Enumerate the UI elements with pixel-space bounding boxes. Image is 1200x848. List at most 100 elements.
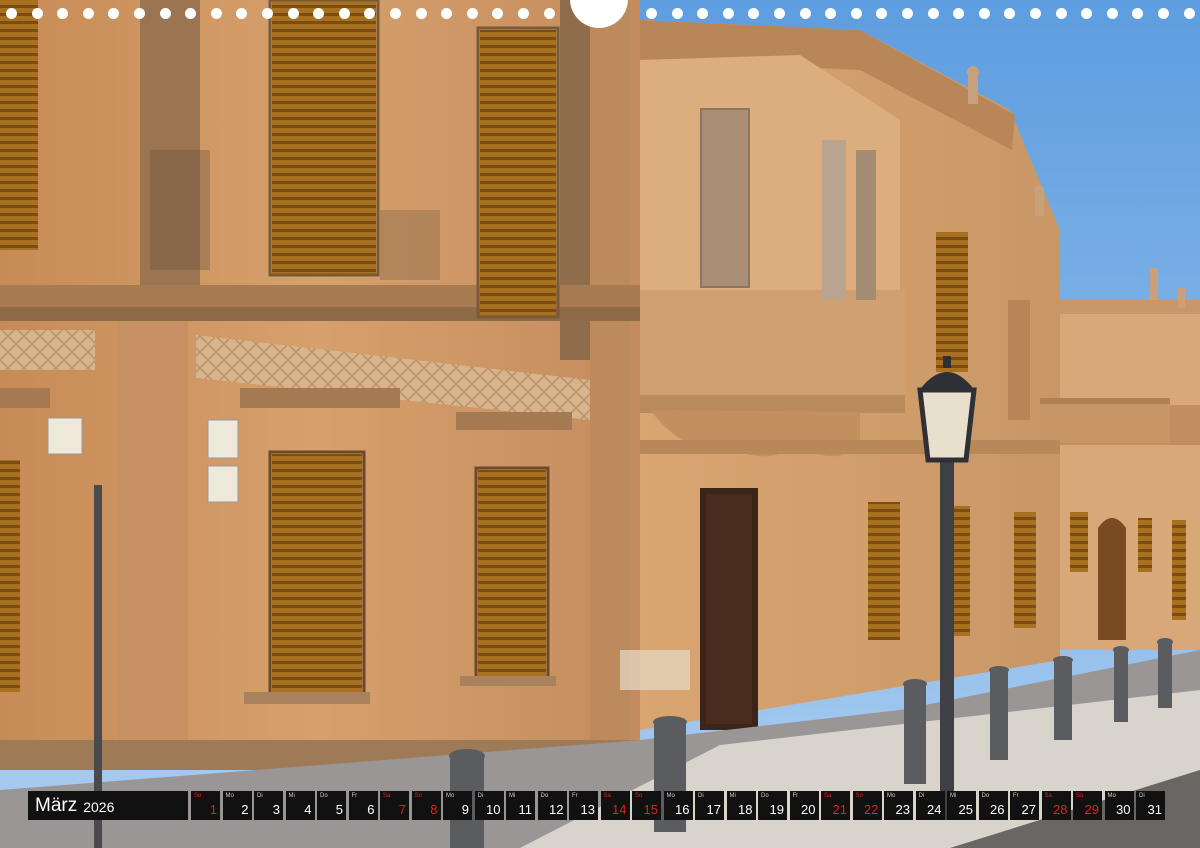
day-cell: Do 12	[537, 791, 567, 820]
binding-hole	[6, 8, 17, 19]
binding-hole	[57, 8, 68, 19]
binding-hole	[1030, 8, 1041, 19]
weekday-label: So	[194, 793, 202, 799]
binding-hole	[185, 8, 196, 19]
day-cell: Di 31	[1136, 791, 1165, 820]
binding-hole	[1184, 8, 1195, 19]
weekday-label: Mo	[666, 793, 675, 799]
binding-hole	[1158, 8, 1169, 19]
day-number: 24	[927, 802, 942, 817]
day-number: 16	[675, 802, 690, 817]
day-cell: Di 10	[474, 791, 504, 820]
binding-hole	[339, 8, 350, 19]
corner-building	[0, 0, 690, 770]
day-number: 9	[461, 802, 469, 817]
weekday-label: Di	[257, 793, 263, 799]
year-label: 2026	[83, 799, 115, 815]
day-cell: Mo 23	[884, 791, 913, 820]
day-number: 1	[209, 802, 217, 817]
binding-hole	[32, 8, 43, 19]
weekday-label: Di	[918, 793, 925, 799]
weekday-label: Sa	[824, 793, 832, 799]
weekday-label: Mo	[225, 793, 234, 799]
binding-hole	[697, 8, 708, 19]
day-number: 22	[864, 802, 879, 817]
day-cell: Mi 25	[947, 791, 976, 820]
binding-hole	[774, 8, 785, 19]
day-number: 30	[1116, 802, 1131, 817]
day-cell: Di 24	[915, 791, 945, 820]
day-number: 15	[643, 802, 658, 817]
day-number: 21	[832, 802, 847, 817]
weekday-label: So	[1076, 793, 1084, 799]
binding-hole	[646, 8, 657, 19]
weekday-label: Do	[981, 793, 990, 799]
binding-hole	[313, 8, 324, 19]
binding-hole	[364, 8, 375, 19]
binding-hole	[672, 8, 683, 19]
binding-hole	[160, 8, 171, 19]
weekday-label: Mo	[1107, 793, 1116, 799]
binding-hole	[902, 8, 913, 19]
day-cell: Sa 28	[1041, 791, 1071, 820]
weekday-label: Sa	[603, 793, 611, 799]
day-cell: So 15	[632, 791, 661, 820]
weekday-label: So	[635, 793, 643, 799]
binding-hole	[1081, 8, 1092, 19]
binding-hole	[544, 8, 555, 19]
weekday-label: Mo	[446, 793, 455, 799]
day-cell: So 22	[852, 791, 882, 820]
binding-hole	[1004, 8, 1015, 19]
calendar-month: März 2026	[28, 791, 188, 820]
day-cell: Di 17	[695, 791, 724, 820]
binding-hole	[1132, 8, 1143, 19]
binding-hole	[288, 8, 299, 19]
day-cell: Mo 9	[443, 791, 472, 820]
weekday-label: Fr	[792, 793, 799, 799]
binding-hole	[876, 8, 887, 19]
day-cell: Sa 14	[600, 791, 630, 820]
binding-hole	[1056, 8, 1067, 19]
weekday-label: So	[414, 793, 422, 799]
weekday-label: Fr	[351, 793, 358, 799]
binding-hole	[1107, 8, 1118, 19]
binding-hole	[83, 8, 94, 19]
binding-hole	[825, 8, 836, 19]
day-cell: Do 19	[758, 791, 787, 820]
weekday-label: Mi	[509, 793, 516, 799]
day-cell: Mo 30	[1104, 791, 1134, 820]
weekday-label: Di	[1139, 793, 1145, 799]
day-number: 29	[1084, 802, 1099, 817]
day-cell: So 29	[1073, 791, 1102, 820]
day-number: 4	[304, 802, 312, 817]
binding-hole	[492, 8, 503, 19]
day-number: 12	[549, 802, 564, 817]
binding-hole	[441, 8, 452, 19]
day-cell: Do 5	[317, 791, 346, 820]
weekday-label: Di	[477, 793, 484, 799]
day-cell: Mi 4	[285, 791, 315, 820]
day-number: 25	[958, 802, 973, 817]
binding-hole	[236, 8, 247, 19]
weekday-label: Mi	[729, 793, 736, 799]
weekday-label: Mi	[288, 793, 295, 799]
weekday-label: Fr	[1013, 793, 1019, 799]
weekday-label: Do	[540, 793, 549, 799]
weekday-label: Fr	[572, 793, 578, 799]
day-number: 28	[1053, 802, 1068, 817]
day-number: 18	[738, 802, 753, 817]
binding-hole	[800, 8, 811, 19]
day-cell: So 1	[191, 791, 220, 820]
binding-hole	[390, 8, 401, 19]
day-cell: So 8	[411, 791, 441, 820]
binding-hole	[928, 8, 939, 19]
day-cell: Fr 6	[348, 791, 378, 820]
weekday-label: Sa	[383, 793, 391, 799]
day-number: 31	[1147, 802, 1162, 817]
day-cell: Mi 18	[726, 791, 756, 820]
day-number: 14	[612, 802, 627, 817]
day-cell: Sa 7	[380, 791, 409, 820]
binding-hole	[262, 8, 273, 19]
binding-hole	[953, 8, 964, 19]
day-cell: Fr 27	[1010, 791, 1039, 820]
